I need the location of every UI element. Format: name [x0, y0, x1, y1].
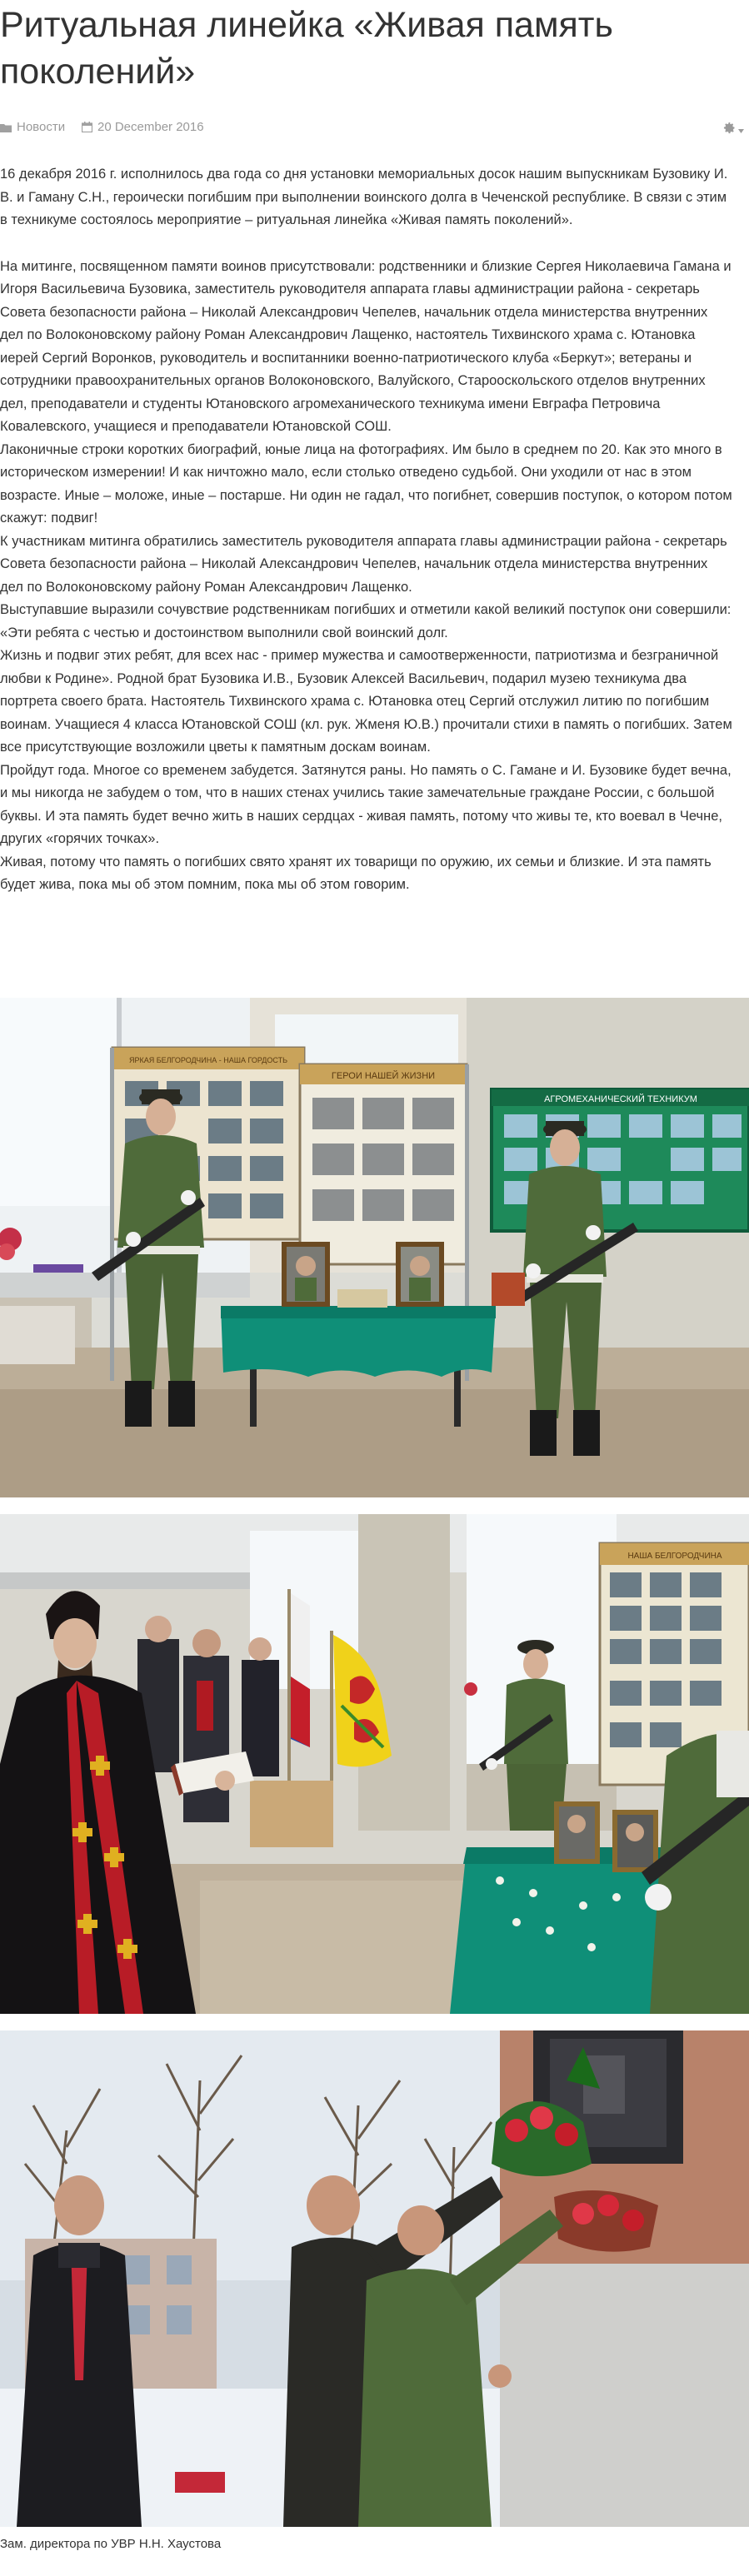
photo-honor-guard: ЯРКАЯ БЕЛГОРОДЧИНА - НАША ГОРДОСТЬ ГЕРОИ…	[0, 998, 749, 1497]
article-paragraph: Лаконичные строки коротких биографий, юн…	[0, 441, 732, 526]
chevron-down-icon	[738, 122, 744, 137]
article-date: 20 December 2016	[82, 120, 204, 134]
article-paragraph: Пройдут года. Многое со временем забудет…	[0, 762, 732, 847]
article-paragraph: Жизнь и подвиг этих ребят, для всех нас …	[0, 648, 732, 755]
article-paragraph: 16 декабря 2016 г. исполнилось два года …	[0, 167, 728, 227]
article-paragraph: К участникам митинга обратились заместит…	[0, 533, 727, 595]
article-body: 16 декабря 2016 г. исполнилось два года …	[0, 163, 733, 897]
article-paragraph: Выступавшие выразили сочувствие родствен…	[0, 602, 732, 640]
article-tools-button[interactable]	[723, 122, 744, 138]
photo-memorial-service: НАША БЕЛГОРОДЧИНА	[0, 1514, 749, 2014]
article-category: Новости	[0, 120, 65, 134]
calendar-icon	[82, 122, 92, 132]
gear-icon	[723, 122, 736, 138]
date-text: 20 December 2016	[97, 120, 204, 134]
board-left-title: ЯРКАЯ БЕЛГОРОДЧИНА - НАША ГОРДОСТЬ	[129, 1056, 287, 1064]
board-title: НАША БЕЛГОРОДЧИНА	[627, 1552, 722, 1561]
photo-caption: Зам. директора по УВР Н.Н. Хаустова	[0, 2537, 222, 2551]
article-meta: Новости 20 December 2016	[0, 120, 749, 140]
article-title: Ритуальная линейка «Живая память поколен…	[0, 5, 613, 92]
article-paragraph: Живая, потому что память о погибших свят…	[0, 854, 712, 893]
photo-laying-flowers	[0, 2030, 749, 2527]
category-link[interactable]: Новости	[17, 120, 65, 134]
board-right-title: АГРОМЕХАНИЧЕСКИЙ ТЕХНИКУМ	[544, 1094, 697, 1104]
folder-icon	[0, 122, 12, 132]
article-paragraph: На митинге, посвященном памяти воинов пр…	[0, 258, 732, 435]
board-middle-title: ГЕРОИ НАШЕЙ ЖИЗНИ	[332, 1070, 435, 1081]
